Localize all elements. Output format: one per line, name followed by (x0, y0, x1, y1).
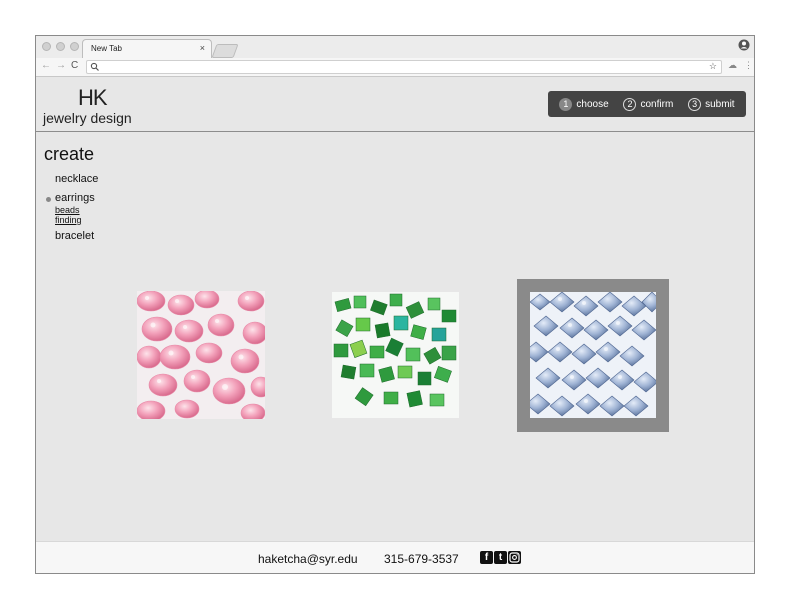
green-beads-image (332, 292, 459, 418)
step-label: choose (576, 98, 609, 110)
step-submit[interactable]: 3 submit (688, 97, 735, 111)
footer-email[interactable]: haketcha@syr.edu (258, 552, 358, 566)
pink-beads-image (137, 291, 265, 419)
bead-option-pink[interactable] (137, 291, 265, 419)
minimize-window-button[interactable] (56, 42, 65, 51)
bead-option-blue[interactable] (530, 292, 656, 418)
page-title: create (44, 144, 95, 164)
instagram-glyph (509, 552, 520, 563)
step-label: submit (705, 98, 735, 110)
new-tab-button[interactable] (211, 44, 239, 58)
twitter-icon[interactable]: t (494, 551, 507, 564)
back-arrow-icon[interactable]: ← (41, 60, 51, 71)
submenu-item-finding[interactable]: finding (55, 215, 82, 225)
browser-window: New Tab × ← → C ☆ ☁ ⋮ HK jewelry design (35, 35, 755, 574)
site-header: HK jewelry design 1 choose 2 confirm 3 s… (36, 77, 754, 132)
menu-item-necklace[interactable]: necklace (55, 173, 98, 185)
forward-arrow-icon[interactable]: → (56, 60, 66, 71)
window-controls (42, 42, 79, 51)
browser-tab[interactable]: New Tab × (82, 39, 212, 58)
blue-beads-image (530, 292, 656, 418)
menu-item-earrings[interactable]: earrings (55, 192, 95, 204)
menu-item-bracelet[interactable]: bracelet (55, 230, 94, 242)
selected-bullet-icon (46, 197, 51, 202)
close-window-button[interactable] (42, 42, 51, 51)
browser-toolbar: ← → C ☆ ☁ ⋮ (36, 58, 754, 77)
bead-option-green[interactable] (332, 292, 459, 418)
submenu-item-beads[interactable]: beads (55, 205, 80, 215)
maximize-window-button[interactable] (70, 42, 79, 51)
search-icon (90, 62, 99, 71)
extension-icon[interactable]: ☁ (728, 60, 737, 71)
tab-title: New Tab (91, 44, 122, 53)
step-number: 2 (623, 97, 637, 111)
menu-kebab-icon[interactable]: ⋮ (744, 60, 753, 71)
logo-text[interactable]: jewelry design (43, 110, 132, 126)
step-number: 1 (559, 97, 573, 111)
facebook-icon[interactable]: f (480, 551, 493, 564)
tab-strip: New Tab × (36, 36, 754, 59)
step-choose[interactable]: 1 choose (559, 97, 609, 111)
social-links: f t (480, 551, 521, 564)
tab-close-icon[interactable]: × (200, 43, 205, 53)
instagram-icon[interactable] (508, 551, 521, 564)
reload-icon[interactable]: C (71, 60, 78, 71)
site-footer: haketcha@syr.edu 315-679-3537 f t (36, 541, 754, 573)
profile-icon[interactable] (738, 39, 750, 51)
step-confirm[interactable]: 2 confirm (623, 97, 674, 111)
progress-steps: 1 choose 2 confirm 3 submit (548, 91, 746, 117)
footer-phone: 315-679-3537 (384, 552, 459, 566)
step-number: 3 (688, 97, 702, 111)
step-label: confirm (640, 98, 674, 110)
bookmark-star-icon[interactable]: ☆ (709, 61, 717, 72)
logo-mark[interactable]: HK (78, 85, 108, 111)
address-bar[interactable]: ☆ (86, 60, 722, 74)
